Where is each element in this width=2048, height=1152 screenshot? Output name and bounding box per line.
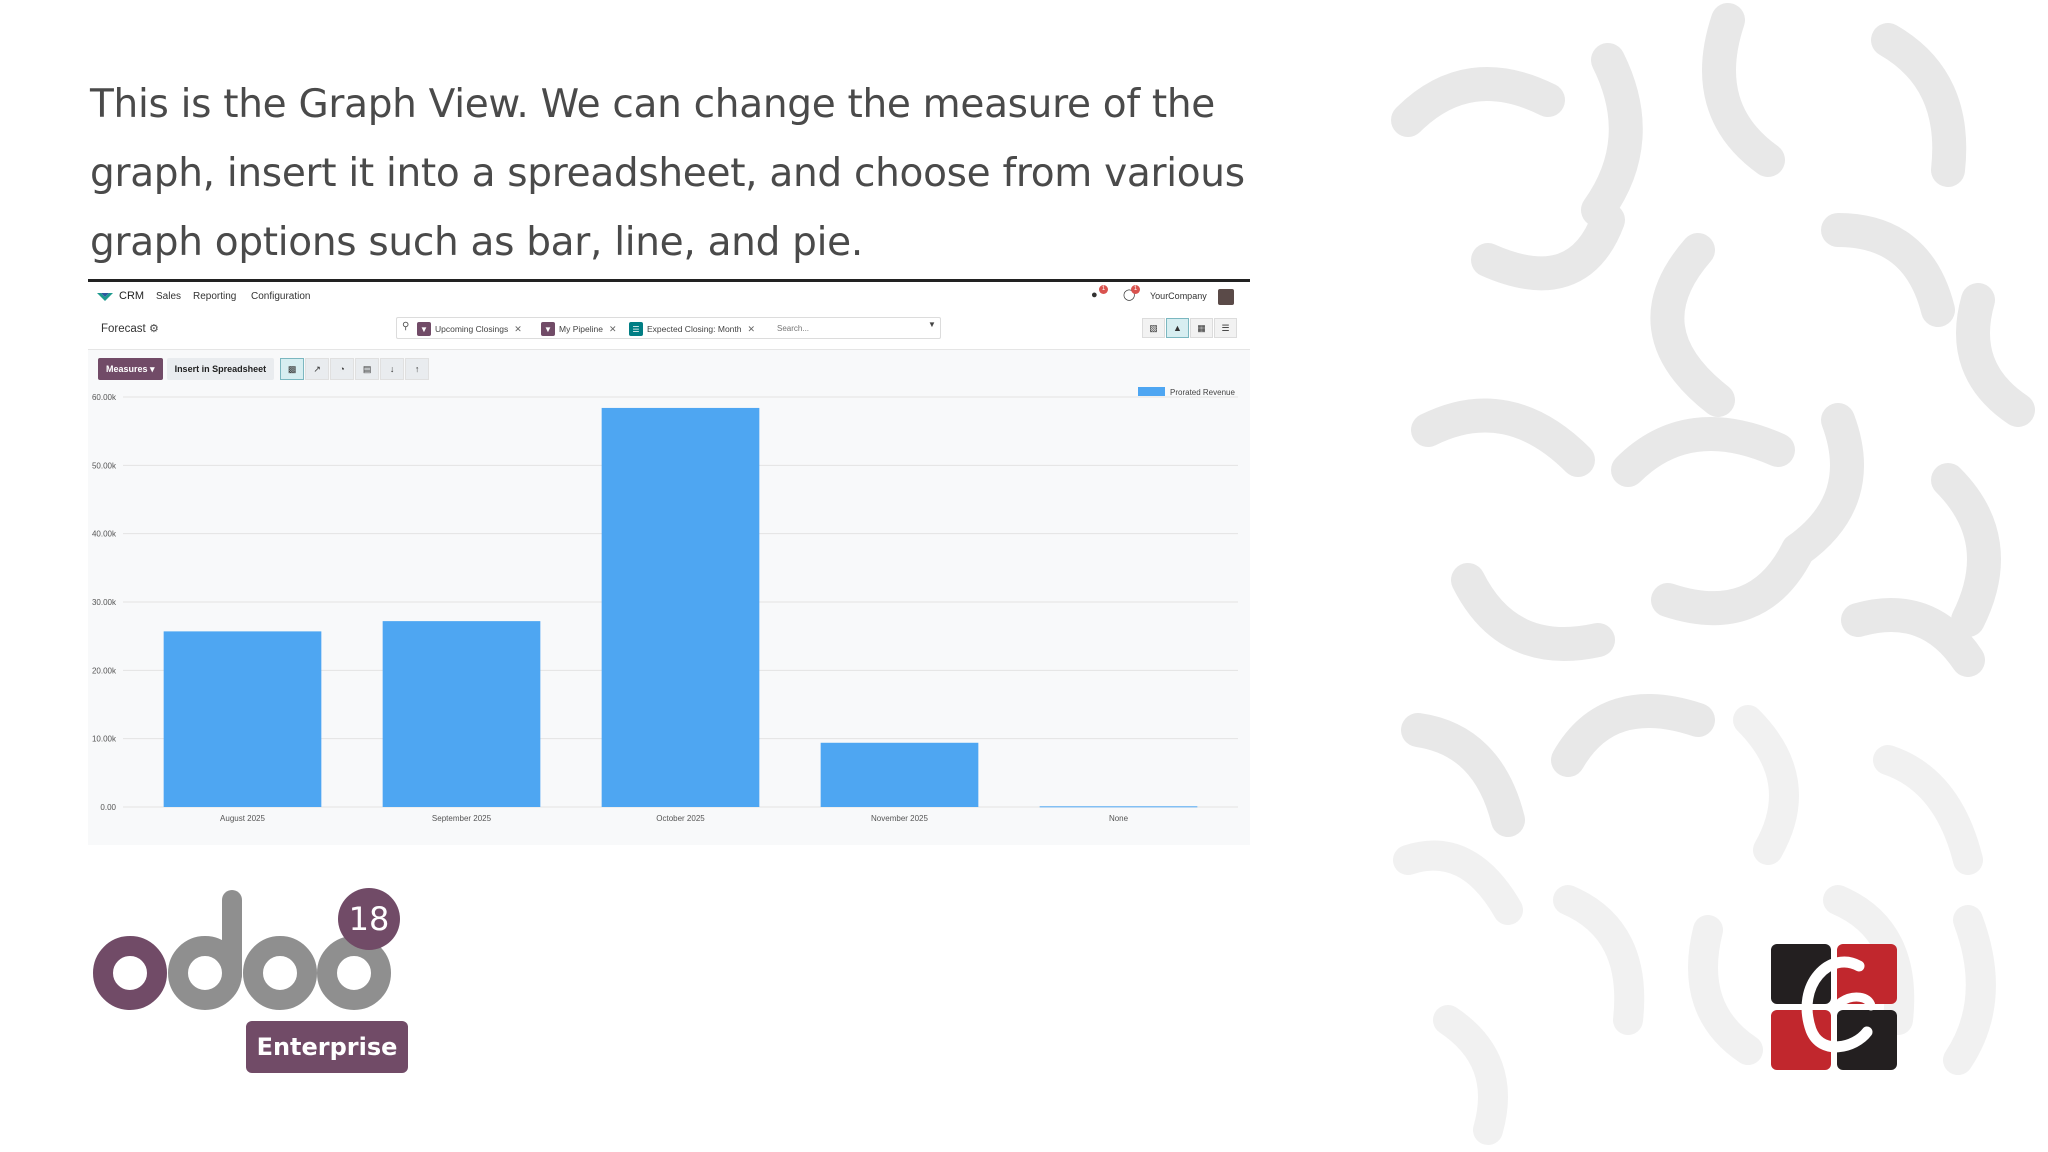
x-tick-label: September 2025 [432,814,492,823]
version-badge: 18 [338,888,400,950]
stacked-icon: ▤ [362,363,372,374]
facet-label: Expected Closing: Month [647,324,742,334]
y-tick-label: 0.00 [100,803,116,812]
pie-chart-button[interactable]: ◔ [330,358,355,380]
bar [1039,806,1198,808]
bar-chart: 0.00 10.00k 20.00k 30.00k 40.00k 50.00k 60.00k… [92,387,1238,823]
view-switcher: ▧ ▲ ▦ ☰ [1141,318,1237,338]
pivot-icon: ▦ [1197,322,1206,333]
x-tick-label: November 2025 [871,814,928,823]
area-chart-icon: ▲ [1173,323,1182,333]
y-tick-label: 10.00k [92,735,117,744]
graph-view-button[interactable]: ▲ [1166,318,1189,338]
gear-icon[interactable]: ⚙ [149,322,159,335]
search-icon[interactable]: ⚲ [402,321,409,332]
messages-icon[interactable]: ● [1091,289,1098,301]
ascending-icon: ↑ [414,364,420,374]
x-tick-label: None [1109,814,1129,823]
y-tick-label: 50.00k [92,461,117,470]
messages-badge: 1 [1099,285,1108,294]
control-panel: Forecast ⚙ ⚲ ▼ Upcoming Closings ✕ ▼ My … [88,312,1250,350]
kanban-icon: ▧ [1149,322,1158,333]
y-tick-label: 30.00k [92,598,117,607]
list-icon: ☰ [1221,322,1230,333]
ascending-button[interactable]: ↑ [405,358,430,380]
odoo-screenshot: CRM Sales Reporting Configuration ● 1 ◯ … [88,279,1250,845]
edition-badge: Enterprise [246,1021,408,1073]
bar [820,742,979,807]
pie-chart-icon: ◔ [339,364,345,374]
bar-chart-button[interactable]: ▩ [280,358,305,380]
group-by-icon: ☰ [629,322,643,336]
breadcrumb-title: Forecast [101,323,146,335]
descending-button[interactable]: ↓ [380,358,405,380]
company-logo [1771,944,1897,1070]
bar [163,631,322,807]
activities-badge: 1 [1131,285,1140,294]
bar [601,407,760,807]
descending-icon: ↓ [389,364,395,374]
background-pattern [1391,3,2035,1145]
measures-button[interactable]: Measures ▾ [98,358,163,380]
bar-chart-icon: ▩ [287,363,297,374]
facet-my-pipeline[interactable]: ▼ My Pipeline ✕ [541,322,616,336]
menu-reporting[interactable]: Reporting [193,291,236,302]
stacked-button[interactable]: ▤ [355,358,380,380]
pivot-view-button[interactable]: ▦ [1190,318,1213,338]
menu-sales[interactable]: Sales [156,291,181,302]
x-tick-label: October 2025 [656,814,705,823]
filter-icon: ▼ [417,322,431,336]
y-tick-label: 40.00k [92,530,117,539]
filter-icon: ▼ [541,322,555,336]
x-tick-label: August 2025 [220,814,265,823]
search-bar[interactable]: ⚲ ▼ Upcoming Closings ✕ ▼ My Pipeline ✕ … [396,317,941,339]
list-view-button[interactable]: ☰ [1214,318,1237,338]
close-icon[interactable]: ✕ [609,324,617,335]
graph-toolbar: Measures ▾ Insert in Spreadsheet ▩ ↗ ◔ ▤… [98,358,430,380]
line-chart-button[interactable]: ↗ [305,358,330,380]
chevron-down-icon[interactable]: ▼ [928,320,936,329]
kanban-view-button[interactable]: ▧ [1142,318,1165,338]
crm-app-icon[interactable] [97,291,113,303]
facet-upcoming-closings[interactable]: ▼ Upcoming Closings ✕ [417,322,522,336]
facet-label: Upcoming Closings [435,324,509,334]
top-navbar: CRM Sales Reporting Configuration ● 1 ◯ … [88,282,1250,312]
app-name[interactable]: CRM [119,290,144,302]
user-avatar[interactable] [1218,289,1234,305]
close-icon[interactable]: ✕ [514,324,522,335]
legend-label: Prorated Revenue [1170,388,1235,397]
facet-expected-closing[interactable]: ☰ Expected Closing: Month ✕ [629,322,755,336]
search-input[interactable] [777,321,927,335]
y-tick-label: 20.00k [92,666,117,675]
close-icon[interactable]: ✕ [748,324,756,335]
measures-label: Measures [106,364,148,374]
facet-label: My Pipeline [559,324,603,334]
slide-headline: This is the Graph View. We can change th… [90,82,1245,265]
y-tick-label: 60.00k [92,393,117,402]
insert-spreadsheet-button[interactable]: Insert in Spreadsheet [166,358,275,380]
menu-configuration[interactable]: Configuration [251,291,310,302]
company-switcher[interactable]: YourCompany [1150,291,1207,301]
line-chart-icon: ↗ [313,363,321,374]
bar [382,621,541,807]
legend-swatch [1138,387,1165,396]
